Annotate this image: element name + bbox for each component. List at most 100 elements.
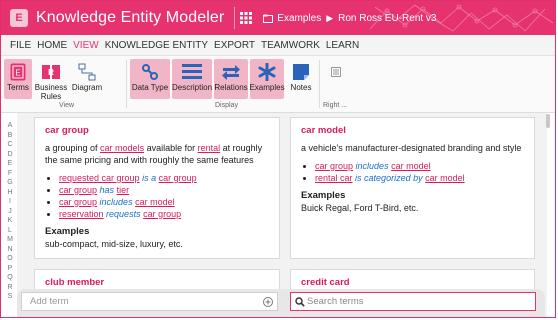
relation-object[interactable]: car group [143, 209, 181, 219]
term-card-car-group: car group a grouping of car models avail… [34, 117, 280, 259]
menu-file[interactable]: FILE [7, 40, 34, 51]
term-title[interactable]: car model [301, 125, 526, 137]
terms-icon: E [10, 63, 26, 81]
alpha-letter-d[interactable]: D [4, 150, 16, 160]
term-link[interactable]: rental [198, 143, 221, 153]
menu-bar: FILE HOME VIEW KNOWLEDGE ENTITY EXPORT T… [1, 35, 555, 56]
app-window: E Knowledge Entity Modeler Examples ▶ Ro… [0, 0, 556, 318]
alpha-letter-i[interactable]: I [4, 197, 16, 207]
add-term-input[interactable] [21, 292, 278, 311]
search-terms-input[interactable] [307, 293, 533, 310]
right-panel-icon [331, 67, 341, 77]
data-type-button[interactable]: Data Type [130, 59, 170, 99]
relation-verb[interactable]: requests [106, 209, 141, 219]
examples-label: Examples [249, 83, 285, 92]
diagram-icon [78, 63, 96, 81]
description-text: a grouping of [45, 143, 101, 153]
examples-text: Buick Regal, Ford T-Bird, etc. [301, 203, 419, 213]
relation-verb[interactable]: has [100, 185, 115, 195]
notes-label: Notes [290, 83, 312, 92]
relation-verb[interactable]: is a [142, 173, 156, 183]
relation-verb[interactable]: includes [356, 161, 389, 171]
alpha-letter-o[interactable]: O [4, 254, 16, 264]
alpha-letter-s[interactable]: S [4, 292, 16, 302]
term-link[interactable]: car models [100, 143, 144, 153]
relation-verb[interactable]: is categorized by [355, 173, 423, 183]
relations-list: requested car group is a car group car g… [45, 172, 271, 220]
notes-icon [293, 64, 309, 80]
app-logo-letter: E [15, 12, 23, 24]
alpha-letter-l[interactable]: L [4, 226, 16, 236]
alpha-letter-f[interactable]: F [4, 169, 16, 179]
relation-subject[interactable]: car group [59, 197, 97, 207]
relation-object[interactable]: car model [391, 161, 431, 171]
menu-home[interactable]: HOME [34, 40, 70, 51]
right-panel-button[interactable] [326, 59, 346, 99]
term-title[interactable]: car group [45, 125, 271, 137]
alpha-letter-k[interactable]: K [4, 216, 16, 226]
relation-item: requested car group is a car group [59, 172, 271, 184]
apps-grid-icon[interactable] [234, 7, 257, 29]
term-card-car-model: car model a vehicle's manufacturer-desig… [290, 117, 535, 259]
title-bar: E Knowledge Entity Modeler Examples ▶ Ro… [1, 1, 555, 35]
relation-subject[interactable]: requested car group [59, 173, 140, 183]
business-rules-button[interactable]: R Business Rules [35, 59, 67, 101]
relation-object[interactable]: tier [117, 185, 130, 195]
examples-icon [258, 63, 276, 81]
app-logo: E [10, 9, 28, 27]
alpha-letter-a[interactable]: A [4, 121, 16, 131]
alpha-letter-b[interactable]: B [4, 131, 16, 141]
diagram-button[interactable]: Diagram [71, 59, 103, 99]
app-title: Knowledge Entity Modeler [36, 9, 225, 26]
relation-verb[interactable]: includes [100, 197, 133, 207]
menu-learn[interactable]: LEARN [323, 40, 362, 51]
add-term-icon[interactable] [263, 297, 273, 307]
business-rules-icon: R [42, 65, 60, 79]
description-text: available for [144, 143, 198, 153]
relation-object[interactable]: car model [135, 197, 175, 207]
alpha-letter-g[interactable]: G [4, 178, 16, 188]
display-group-label: Display [215, 102, 238, 109]
diagram-label: Diagram [71, 83, 103, 92]
svg-text:R: R [48, 68, 54, 77]
relations-icon [222, 65, 240, 80]
alpha-letter-r[interactable]: R [4, 283, 16, 293]
description-label: Description [172, 83, 213, 92]
relation-item: reservation requests car group [59, 208, 271, 220]
relation-subject[interactable]: car group [59, 185, 97, 195]
svg-text:E: E [15, 69, 20, 78]
alpha-letter-c[interactable]: C [4, 140, 16, 150]
examples-button[interactable]: Examples [249, 59, 285, 99]
alpha-letter-p[interactable]: P [4, 264, 16, 274]
relation-object[interactable]: car model [425, 173, 465, 183]
description-button[interactable]: Description [172, 59, 212, 99]
view-group-label: View [59, 102, 75, 109]
alpha-letter-e[interactable]: E [4, 159, 16, 169]
breadcrumb-folder[interactable]: Examples [277, 13, 321, 24]
term-title[interactable]: club member [45, 277, 271, 289]
scrollbar-thumb[interactable] [546, 114, 550, 128]
relation-subject[interactable]: rental car [315, 173, 353, 183]
alpha-letter-n[interactable]: N [4, 245, 16, 255]
menu-view[interactable]: VIEW [70, 40, 102, 51]
notes-button[interactable]: Notes [288, 59, 314, 99]
relation-subject[interactable]: car group [315, 161, 353, 171]
relation-item: rental car is categorized by car model [315, 172, 526, 184]
alpha-letter-j[interactable]: J [4, 207, 16, 217]
relations-button[interactable]: Relations [214, 59, 248, 99]
relation-subject[interactable]: reservation [59, 209, 104, 219]
data-type-icon [142, 64, 158, 80]
term-title[interactable]: credit card [301, 277, 526, 289]
breadcrumb-separator-icon: ▶ [326, 12, 334, 23]
alpha-letter-m[interactable]: M [4, 235, 16, 245]
relations-label: Relations [214, 83, 248, 92]
menu-teamwork[interactable]: TEAMWORK [258, 40, 323, 51]
alpha-letter-h[interactable]: H [4, 188, 16, 198]
relation-object[interactable]: car group [159, 173, 197, 183]
alpha-letter-q[interactable]: Q [4, 273, 16, 283]
data-type-label: Data Type [131, 83, 169, 92]
menu-export[interactable]: EXPORT [211, 40, 258, 51]
terms-button[interactable]: E Terms [4, 59, 32, 99]
menu-knowledge-entity[interactable]: KNOWLEDGE ENTITY [102, 40, 211, 51]
relation-item: car group has tier [59, 184, 271, 196]
